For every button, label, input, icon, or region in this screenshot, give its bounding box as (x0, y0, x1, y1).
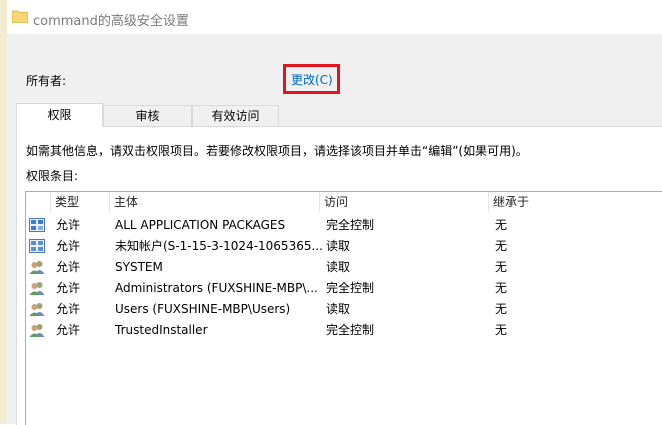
cell-inherited: 无 (495, 323, 508, 337)
cell-access: 完全控制 (326, 323, 375, 337)
cell-principal: 未知帐户(S-1-15-3-1024-1065365... (115, 239, 323, 253)
tab-permissions[interactable]: 权限 (16, 103, 103, 127)
users-icon (26, 320, 50, 341)
cell-type: 允许 (56, 281, 81, 295)
owner-label: 所有者: (26, 74, 67, 88)
cell-principal: Administrators (FUXSHINE-MBP\... (115, 281, 318, 295)
table-row[interactable]: 允许 ALL APPLICATION PACKAGES 完全控制 无 (26, 215, 662, 236)
cell-principal: Users (FUXSHINE-MBP\Users) (115, 302, 291, 316)
column-header-icon[interactable] (26, 192, 51, 212)
cell-access: 读取 (326, 302, 351, 316)
cell-access: 完全控制 (326, 281, 375, 295)
info-text: 如需其他信息，请双击权限项目。若要修改权限项目，请选择该项目并单击“编辑”(如果… (26, 144, 528, 158)
column-header-principal[interactable]: 主体 (110, 192, 320, 212)
table-row[interactable]: 允许 SYSTEM 读取 无 (26, 257, 662, 278)
cell-access: 完全控制 (326, 218, 375, 232)
table-row[interactable]: 允许 Administrators (FUXSHINE-MBP\... 完全控制 无 (26, 278, 662, 299)
cell-inherited: 无 (495, 260, 508, 274)
cell-inherited: 无 (495, 281, 508, 295)
cell-access: 读取 (326, 239, 351, 253)
column-header-access[interactable]: 访问 (320, 192, 489, 212)
cell-type: 允许 (56, 260, 81, 274)
column-header-type[interactable]: 类型 (51, 192, 110, 212)
app-packages-icon (26, 215, 50, 236)
tab-auditing[interactable]: 审核 (103, 105, 192, 126)
permission-entries-label: 权限条目: (26, 169, 79, 183)
cell-inherited: 无 (495, 239, 508, 253)
annotation-highlight-box (283, 64, 340, 94)
column-header-inherited[interactable]: 继承于 (489, 192, 662, 212)
cell-inherited: 无 (495, 302, 508, 316)
cell-access: 读取 (326, 260, 351, 274)
unknown-account-icon (26, 236, 50, 257)
background-window-edge (0, 0, 7, 424)
users-icon (26, 257, 50, 278)
cell-principal: ALL APPLICATION PACKAGES (115, 218, 286, 232)
users-icon (26, 299, 50, 320)
cell-type: 允许 (56, 323, 81, 337)
cell-type: 允许 (56, 218, 81, 232)
window-title: command的高级安全设置 (33, 14, 189, 29)
folder-icon (12, 10, 28, 23)
table-row[interactable]: 允许 未知帐户(S-1-15-3-1024-1065365... 读取 无 (26, 236, 662, 257)
cell-type: 允许 (56, 239, 81, 253)
tab-effective-access[interactable]: 有效访问 (192, 105, 279, 126)
cell-principal: SYSTEM (115, 260, 163, 274)
cell-inherited: 无 (495, 218, 508, 232)
table-row[interactable]: 允许 TrustedInstaller 完全控制 无 (26, 320, 662, 341)
cell-principal: TrustedInstaller (115, 323, 208, 337)
users-icon (26, 278, 50, 299)
cell-type: 允许 (56, 302, 81, 316)
table-row[interactable]: 允许 Users (FUXSHINE-MBP\Users) 读取 无 (26, 299, 662, 320)
